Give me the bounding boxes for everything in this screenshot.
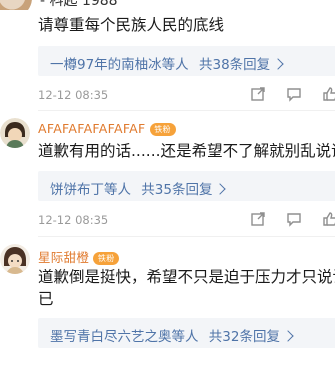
replies-summary-text: 饼饼布丁等人 共35条回复 [50, 178, 227, 198]
chevron-right-icon [272, 58, 284, 70]
divider [38, 236, 335, 237]
replies-summary-button[interactable]: 一樽97年的南柚冰等人 共38条回复 [38, 46, 335, 76]
comment-date: 12-12 08:35 [38, 88, 109, 102]
comment-text-line-1: 道歉倒是挺快，希望不只是迫于压力才只说说而 [38, 268, 335, 286]
reply-count: 共32条回复 [208, 329, 280, 345]
comment-meta-row: 12-12 08:35 [38, 211, 335, 231]
reply-names: 饼饼布丁等人 [50, 182, 131, 198]
fan-badge: 铁粉 [93, 252, 120, 265]
replies-summary-button[interactable]: 墨写青白尽六艺之奥等人 共32条回复 [38, 318, 335, 348]
username-partial: - 科起 1988 [40, 0, 118, 9]
fan-badge: 铁粉 [149, 123, 176, 136]
username[interactable]: AFAFAFAFAFAFAF 铁粉 [38, 121, 176, 136]
like-icon[interactable] [322, 211, 335, 227]
comment-thread-screen: - 科起 1988 请尊重每个民族人民的底线 一樽97年的南柚冰等人 共38条回… [0, 0, 335, 365]
reply-names: 一樽97年的南柚冰等人 [50, 57, 189, 73]
share-icon[interactable] [250, 211, 266, 227]
comment-actions [238, 211, 335, 229]
replies-summary-button[interactable]: 饼饼布丁等人 共35条回复 [38, 171, 335, 201]
chevron-right-icon [282, 330, 294, 342]
username-text: 星际甜橙 [38, 250, 90, 265]
comment-text: 请尊重每个民族人民的底线 [38, 16, 225, 34]
avatar[interactable] [0, 244, 30, 274]
reply-count: 共38条回复 [198, 57, 271, 73]
reply-count: 共35条回复 [141, 182, 213, 198]
replies-summary-text: 一樽97年的南柚冰等人 共38条回复 [50, 53, 284, 73]
comment-actions [238, 86, 335, 104]
comment-date: 12-12 08:35 [38, 213, 109, 227]
reply-names: 墨写青白尽六艺之奥等人 [50, 329, 199, 345]
share-icon[interactable] [250, 86, 266, 102]
divider [38, 110, 335, 111]
avatar[interactable] [0, 118, 30, 148]
replies-summary-text: 墨写青白尽六艺之奥等人 共32条回复 [50, 325, 294, 345]
avatar[interactable] [0, 0, 32, 10]
comment-meta-row: 12-12 08:35 [38, 86, 335, 106]
comment-text: 道歉有用的话......还是希望不了解就别乱说话 [38, 142, 335, 160]
comment-text-line-2: 已 [38, 290, 54, 308]
like-icon[interactable] [322, 86, 335, 102]
previous-comment-header-partial: - 科起 1988 [0, 0, 335, 10]
comment-icon[interactable] [286, 211, 302, 227]
chevron-right-icon [214, 183, 227, 195]
username-text: AFAFAFAFAFAFAF [38, 121, 146, 136]
username[interactable]: 星际甜橙 铁粉 [38, 247, 120, 266]
comment-icon[interactable] [286, 86, 302, 102]
